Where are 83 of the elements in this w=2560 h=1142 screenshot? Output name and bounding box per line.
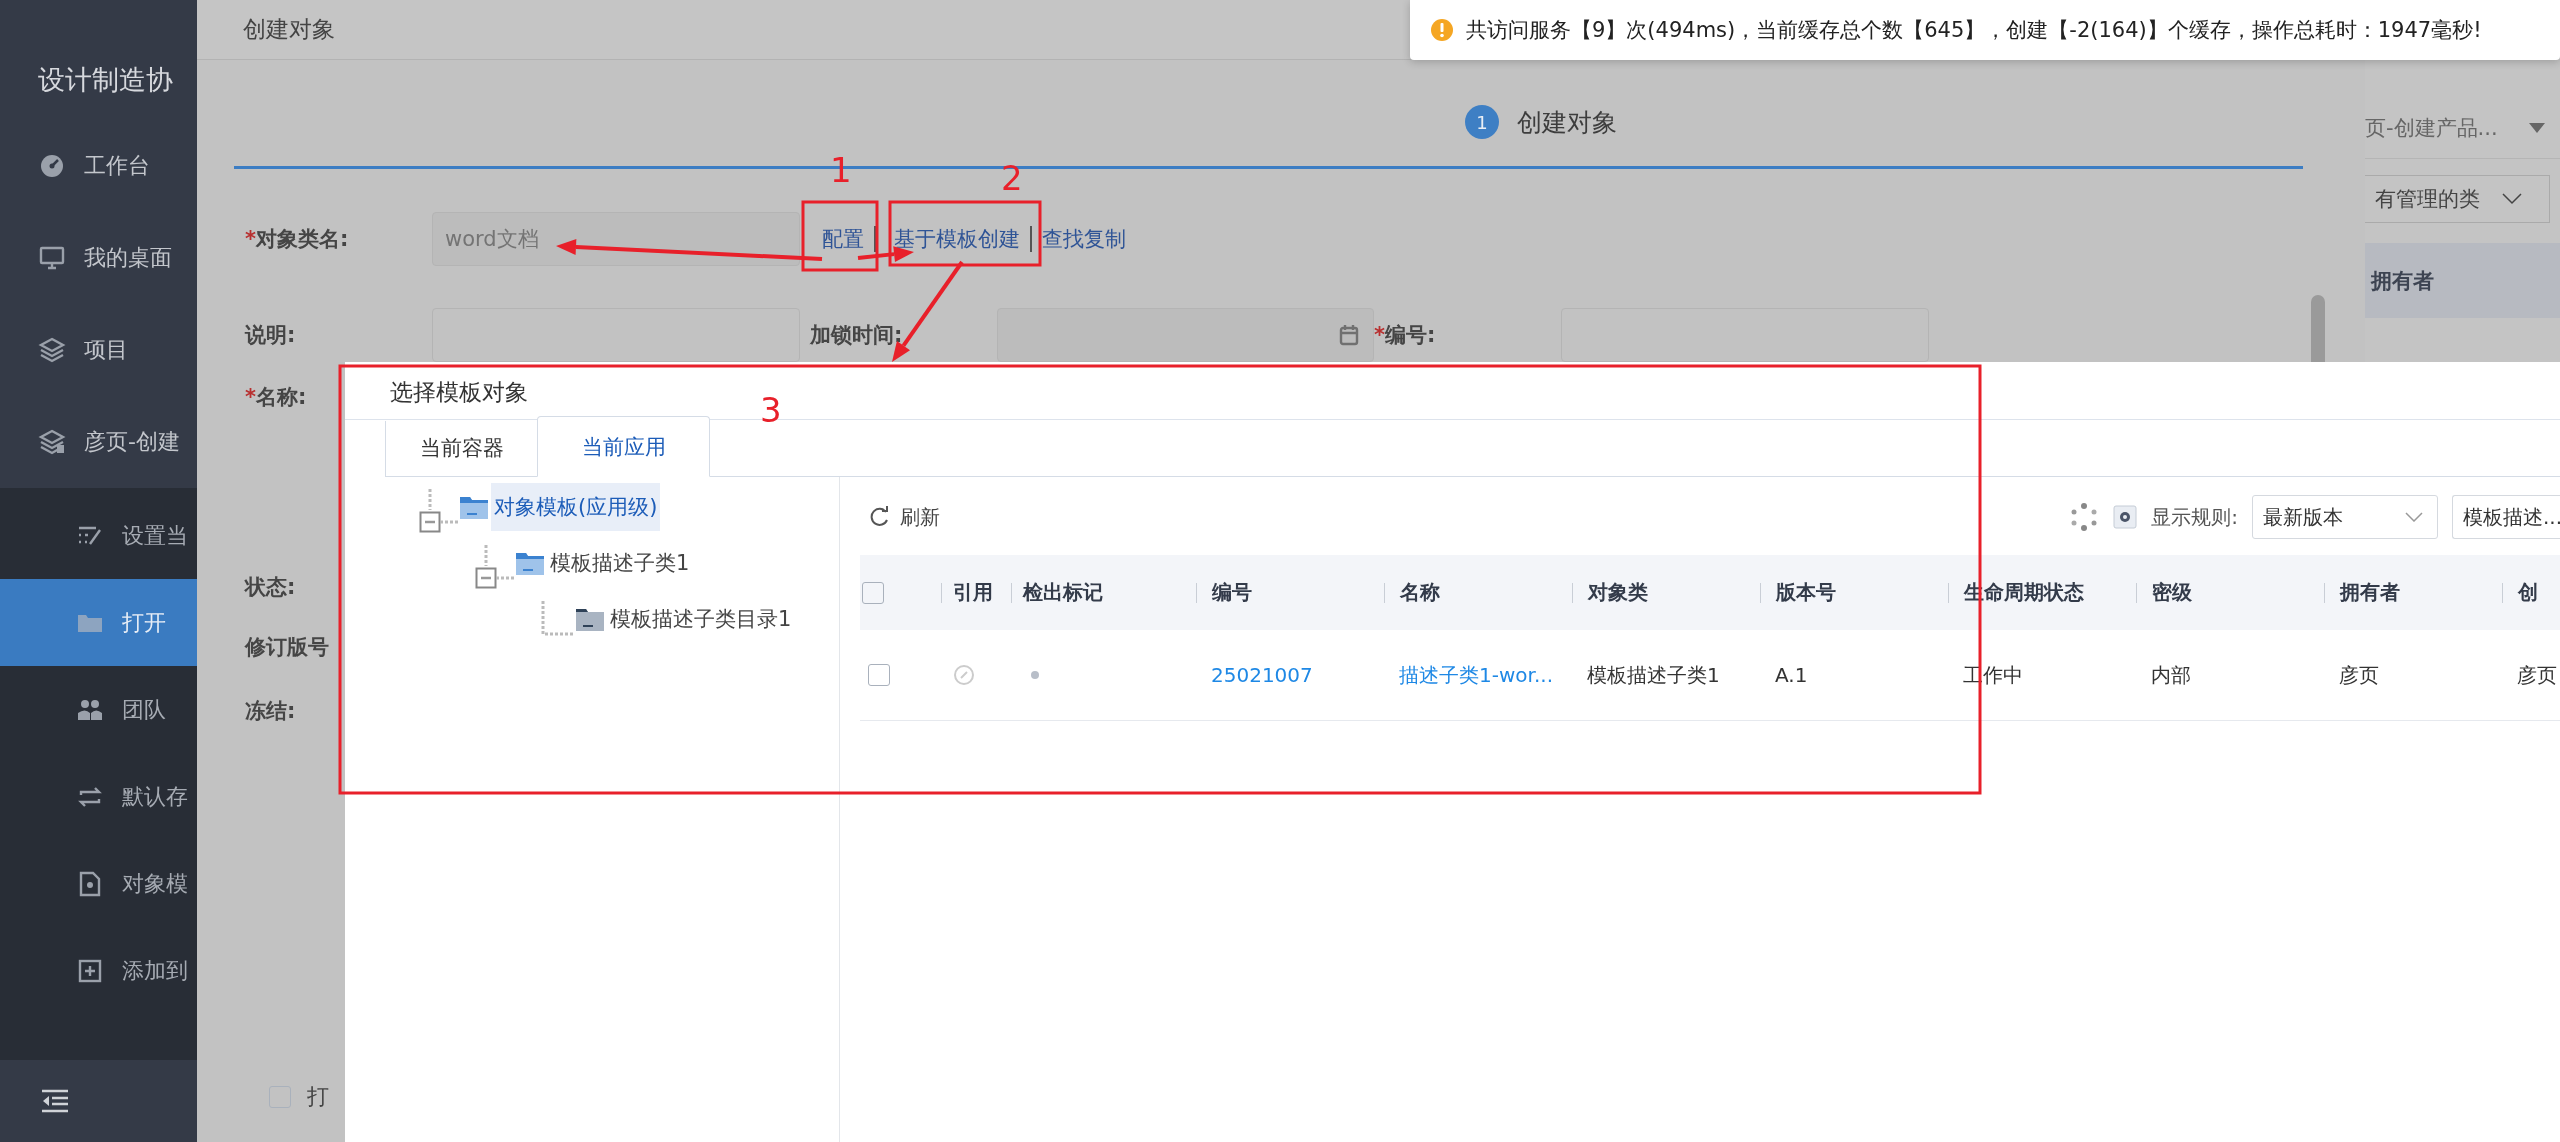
nav-item[interactable]: 工作台 [0,120,197,212]
column-header: 检出标记 [1023,579,1103,606]
menu-collapse-icon[interactable] [40,1088,70,1114]
nav-subitem[interactable]: 添加到 [0,927,197,1014]
settings-icon[interactable] [2113,505,2138,529]
column-header: 编号 [1212,579,1252,606]
tree-item[interactable]: 对象模板(应用级) [491,483,661,531]
calendar-icon [1339,324,1359,346]
tab[interactable]: 当前应用 [537,416,710,477]
column-header: 拥有者 [2340,579,2400,606]
select-field[interactable]: 模板描述... [2452,495,2560,539]
nav-subitem[interactable]: 设置当 [0,492,197,579]
text-field[interactable] [1561,308,1929,362]
step-label: 创建对象 [1517,106,1617,139]
nav-subitem[interactable]: 对象模 [0,840,197,927]
folder-icon [459,494,489,520]
dot-icon [1030,670,1040,680]
refresh-button[interactable]: 刷新 [860,503,940,531]
table-cell: 模板描述子类1 [1587,661,1720,689]
select-field[interactable]: 最新版本 [2252,495,2438,539]
link[interactable]: 基于模板创建 [894,225,1020,253]
dropdown[interactable]: 页-创建产品... [2365,98,2560,159]
select-value: 最新版本 [2263,503,2343,531]
date-field[interactable] [997,308,1374,362]
table-cell: 彦页 [2339,661,2379,689]
column-header: 密级 [2152,579,2192,606]
nav-subitem[interactable]: 打开 [0,579,197,666]
tree-item[interactable]: 模板描述子类目录1 [607,595,795,643]
folder-icon [575,606,605,632]
nav-item[interactable]: 项目 [0,304,197,396]
table-cell: 内部 [2151,661,2191,689]
link-icon [952,663,976,687]
checkbox[interactable] [269,1086,291,1108]
row-checkbox[interactable] [868,664,890,686]
table-cell: 彦页 [2517,661,2557,689]
rule-label: 显示规则: [2151,503,2238,531]
field-label: 冻结: [245,698,296,725]
field-label: 说明: [245,322,296,349]
column-header: 版本号 [1776,579,1836,606]
gauge-icon [38,152,66,180]
select-value: 模板描述... [2463,503,2560,531]
field-label: 加锁时间: [810,322,903,349]
column-header: 拥有者 [2371,267,2434,295]
app-title: 设计制造协 [37,63,174,97]
checkbox-label: 打 [307,1083,329,1111]
select-field[interactable]: 有管理的类 [2365,175,2550,223]
link[interactable]: 查找复制 [1042,225,1126,253]
monitor-icon [38,244,66,272]
column-header: 名称 [1400,579,1440,606]
chevron-down-icon [2405,512,2423,522]
refresh-icon [868,506,890,528]
select-value: 有管理的类 [2375,186,2480,213]
dropdown-value: 页-创建产品... [2365,115,2498,142]
layers-icon [38,336,66,364]
field-label: *对象类名: [245,226,349,253]
field-label: 修订版号 [245,634,329,661]
table-cell: A.1 [1775,663,1808,687]
nav-subitem[interactable]: 团队 [0,666,197,753]
nav-item[interactable]: 我的桌面 [0,212,197,304]
field-label: 状态: [245,574,296,601]
folder-icon [515,550,545,576]
tree-item[interactable]: 模板描述子类1 [547,539,693,587]
column-header: 对象类 [1588,579,1648,606]
chevron-down-icon [2502,193,2522,205]
nav-item[interactable]: 彦页-创建 [0,396,197,488]
step-number-badge: 1 [1465,105,1499,139]
warning-icon [1430,18,1454,42]
annotation-number: 3 [760,390,782,430]
nav-subitem[interactable]: 默认存 [0,753,197,840]
link[interactable]: 配置 [822,225,864,253]
caret-down-icon [2528,122,2546,134]
tree-toggle-icon[interactable] [419,489,459,535]
field-label: *名称: [245,384,307,411]
column-header: 创 [2518,579,2538,606]
field-label: *编号: [1374,322,1436,349]
column-header: 引用 [953,579,993,606]
link[interactable]: 描述子类1-wor... [1399,661,1553,689]
link[interactable]: 25021007 [1211,663,1313,687]
tree-toggle-icon[interactable] [475,545,515,591]
annotation-number: 2 [1001,158,1023,198]
select-all-checkbox[interactable] [862,581,884,604]
layers-icon [38,428,66,456]
text-field[interactable] [432,308,800,362]
